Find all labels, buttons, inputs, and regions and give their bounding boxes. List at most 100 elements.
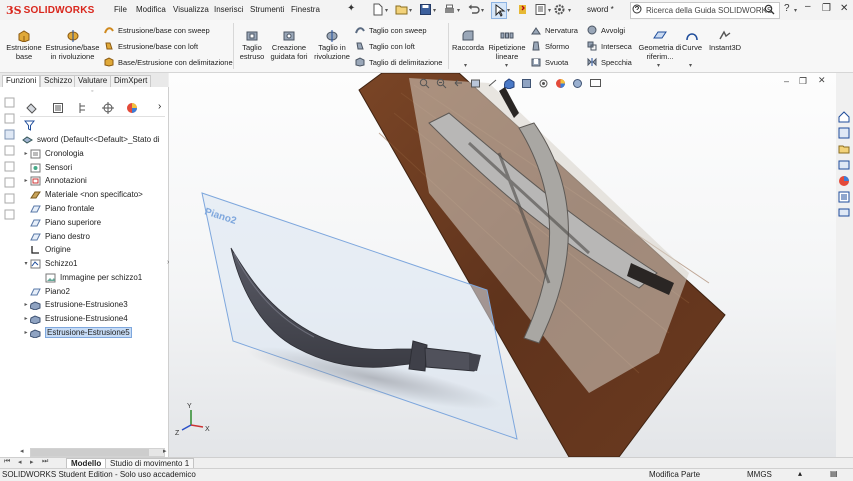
panel-horizontal-scrollbar[interactable]	[30, 448, 165, 457]
linear-pattern-button[interactable]: Ripetizione lineare	[486, 29, 528, 61]
print-dropdown-icon[interactable]: ▾	[457, 7, 460, 14]
status-units[interactable]: MMGS	[747, 470, 772, 479]
tree-root[interactable]: sword (Default<<Default>_Stato di	[22, 133, 160, 146]
tree-item-top-plane[interactable]: Piano superiore	[30, 216, 101, 229]
file-properties-icon[interactable]	[534, 3, 547, 16]
section-view-icon[interactable]	[470, 78, 481, 89]
hide-show-items-icon[interactable]	[538, 78, 549, 89]
menu-tools[interactable]: Strumenti	[250, 5, 284, 14]
boundary-cut-button[interactable]: Taglio di delimitazione	[355, 57, 442, 67]
select-dropdown-icon[interactable]: ▾	[507, 7, 510, 14]
options-dropdown-icon[interactable]: ▾	[568, 7, 571, 14]
tab-dimxpert[interactable]: DimXpert	[110, 75, 152, 87]
design-library-icon[interactable]	[838, 143, 850, 155]
draft-button[interactable]: Sformo	[531, 41, 569, 51]
fillet-dropdown-icon[interactable]: ▾	[464, 62, 467, 69]
resources-icon[interactable]	[838, 127, 850, 139]
revolve-boss-button[interactable]: Estrusione/base in rivoluzione	[45, 29, 100, 61]
display-style-icon[interactable]	[521, 78, 532, 89]
zoom-to-fit-icon[interactable]	[419, 78, 430, 89]
print-icon[interactable]	[443, 3, 456, 16]
pattern-dropdown-icon[interactable]: ▾	[505, 62, 508, 69]
edit-appearance-icon[interactable]	[555, 78, 566, 89]
extrude-boss-button[interactable]: Estrusione base	[4, 29, 44, 61]
pin-icon[interactable]: ✦	[347, 3, 355, 14]
lofted-cut-button[interactable]: Taglio con loft	[355, 41, 415, 51]
curves-dropdown-icon[interactable]: ▾	[689, 62, 692, 69]
display-manager-tab-icon[interactable]	[126, 102, 138, 114]
help-search-input[interactable]: Ricerca della Guida SOLIDWORKS	[630, 2, 780, 19]
properties-dropdown-icon[interactable]: ▾	[548, 7, 551, 14]
tree-item-extrude3[interactable]: ▸ Estrusione-Estrusione3	[22, 298, 128, 311]
previous-view-icon[interactable]	[453, 78, 464, 89]
next-tab-icon[interactable]: ▸	[30, 458, 34, 466]
revolved-cut-button[interactable]: Taglio in rivoluzione	[312, 29, 352, 61]
expand-icon[interactable]: ▸	[22, 177, 30, 184]
options-gear-icon[interactable]	[553, 3, 566, 16]
status-quick-tips-icon[interactable]: ▤	[830, 469, 838, 478]
curves-button[interactable]: Curve	[680, 29, 704, 53]
dynamic-annotation-icon[interactable]	[487, 78, 498, 89]
lofted-boss-button[interactable]: Estrusione/base con loft	[104, 41, 198, 51]
tree-item-history[interactable]: ▸ Cronologia	[22, 147, 84, 160]
tree-item-sensors[interactable]: Sensori	[30, 161, 72, 174]
tree-item-origin[interactable]: Origine	[30, 243, 71, 256]
boundary-boss-button[interactable]: Base/Estrusione con delimitazione	[104, 57, 233, 67]
undo-icon[interactable]	[467, 3, 480, 16]
configuration-manager-tab-icon[interactable]	[77, 102, 89, 114]
collapse-icon[interactable]: ▾	[22, 260, 30, 267]
reference-geometry-button[interactable]: Geometria di riferim...	[638, 29, 682, 61]
wrap-button[interactable]: Avvolgi	[587, 25, 625, 35]
view-settings-icon[interactable]	[589, 78, 602, 89]
expand-icon[interactable]: ▸	[22, 301, 30, 308]
filter-icon[interactable]	[24, 120, 35, 131]
tree-item-extrude4[interactable]: ▸ Estrusione-Estrusione4	[22, 312, 128, 325]
swept-boss-button[interactable]: Estrusione/base con sweep	[104, 25, 210, 35]
dimxpert-manager-tab-icon[interactable]	[102, 102, 114, 114]
hole-wizard-button[interactable]: Creazione guidata fori	[268, 29, 310, 61]
file-explorer-icon[interactable]	[838, 159, 850, 171]
viewport-restore-icon[interactable]: ❐	[799, 76, 807, 87]
new-document-icon[interactable]	[371, 3, 384, 16]
menu-insert[interactable]: Inserisci	[214, 5, 243, 14]
chevron-right-icon[interactable]: ›	[158, 101, 161, 112]
appearances-icon[interactable]	[838, 175, 850, 187]
tree-item-extrude5[interactable]: ▸ Estrusione-Estrusione5	[22, 326, 132, 339]
restore-icon[interactable]: ❐	[822, 3, 831, 14]
menu-view[interactable]: Visualizza	[173, 5, 209, 14]
menu-file[interactable]: File	[114, 5, 127, 14]
first-tab-icon[interactable]: ⏮	[4, 458, 10, 466]
tree-item-annotations[interactable]: ▸ Annotazioni	[22, 174, 87, 187]
zoom-area-icon[interactable]	[436, 78, 447, 89]
minimize-icon[interactable]: –	[805, 1, 811, 12]
open-dropdown-icon[interactable]: ▾	[409, 7, 412, 14]
save-dropdown-icon[interactable]: ▾	[433, 7, 436, 14]
graphics-area[interactable]: Piano2 Y X Z ❐ ✕ –	[169, 73, 836, 457]
last-tab-icon[interactable]: ⏭	[42, 458, 48, 466]
scroll-left-icon[interactable]: ◂	[20, 447, 24, 455]
custom-properties-icon[interactable]	[838, 191, 850, 203]
viewport-close-icon[interactable]: ✕	[818, 75, 826, 86]
tab-sketch[interactable]: Schizzo	[40, 75, 77, 87]
intersect-button[interactable]: Interseca	[587, 41, 632, 51]
new-dropdown-icon[interactable]: ▾	[385, 7, 388, 14]
save-icon[interactable]	[419, 3, 432, 16]
prev-tab-icon[interactable]: ◂	[18, 458, 22, 466]
solidworks-forum-icon[interactable]	[838, 207, 850, 219]
tree-item-front-plane[interactable]: Piano frontale	[30, 202, 94, 215]
panel-grip-icon[interactable]: ◦	[91, 88, 93, 95]
search-scope-icon[interactable]	[632, 4, 642, 14]
fillet-button[interactable]: Raccorda	[452, 29, 484, 53]
tree-item-sketch-image[interactable]: Immagine per schizzo1	[45, 271, 142, 284]
close-icon[interactable]: ✕	[840, 3, 848, 14]
shell-button[interactable]: Svuota	[531, 57, 568, 67]
tree-item-right-plane[interactable]: Piano destro	[30, 230, 90, 243]
undo-dropdown-icon[interactable]: ▾	[481, 7, 484, 14]
tree-item-sketch1[interactable]: ▾ Schizzo1	[22, 257, 77, 270]
extruded-cut-button[interactable]: Taglio estruso	[236, 29, 268, 61]
swept-cut-button[interactable]: Taglio con sweep	[355, 25, 427, 35]
tab-features[interactable]: Funzioni	[2, 75, 41, 87]
instant3d-button[interactable]: Instant3D	[706, 29, 744, 53]
tree-item-material[interactable]: Materiale <non specificato>	[30, 188, 143, 201]
rebuild-icon[interactable]	[516, 3, 529, 16]
